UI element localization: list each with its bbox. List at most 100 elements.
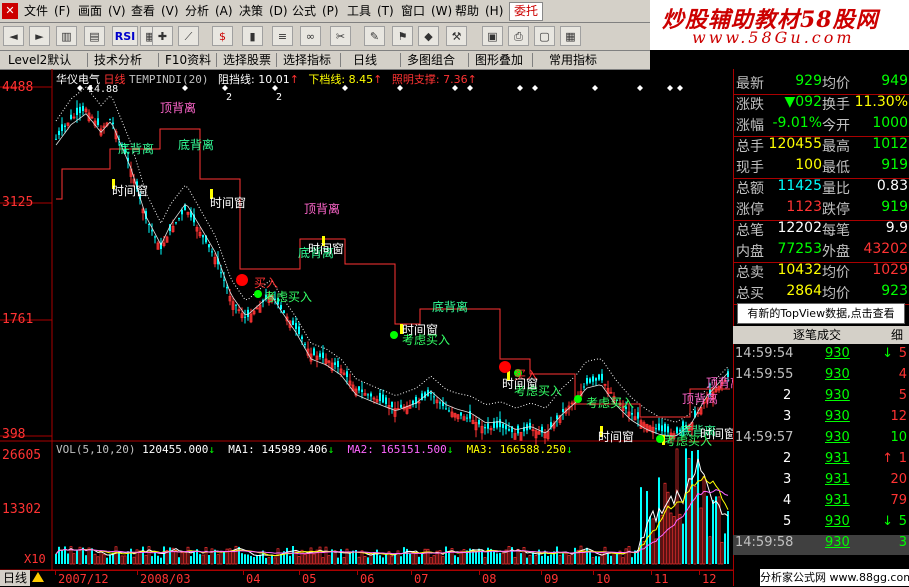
- candle-body: [226, 286, 228, 289]
- tab-multi-chart[interactable]: 多图组合: [403, 52, 459, 68]
- quote-row: 现手 100 最低 919: [734, 157, 909, 178]
- quote-value: 11.30%: [854, 94, 908, 110]
- pen-icon[interactable]: ✎: [364, 26, 385, 46]
- volume-bar: [114, 546, 118, 565]
- alert-icon[interactable]: ◆: [418, 26, 439, 46]
- date-tick-label: 12: [702, 572, 717, 586]
- volume-bar: [123, 555, 127, 565]
- forward-icon[interactable]: ►: [29, 26, 50, 46]
- quotes-icon[interactable]: ≡: [272, 26, 293, 46]
- menu-view-screen[interactable]: 画面: [78, 3, 102, 19]
- quote-row: 总手 120455 最高 1012: [734, 136, 909, 157]
- menu-view[interactable]: 查看: [131, 3, 155, 19]
- tab-separator: [276, 53, 277, 67]
- tick-header-detail[interactable]: 细: [891, 326, 903, 344]
- tab-f10[interactable]: F10资料: [161, 52, 215, 68]
- tools-icon[interactable]: ⚒: [446, 26, 467, 46]
- quote-value: 919: [881, 199, 908, 215]
- menu-formula[interactable]: 公式: [292, 3, 316, 19]
- tick-icon[interactable]: ▤: [84, 26, 105, 46]
- candle-body: [466, 417, 468, 419]
- volume-bar: [457, 557, 459, 564]
- volume-bar: [421, 552, 423, 564]
- dollar-icon[interactable]: $: [212, 26, 233, 46]
- signal-marker: [517, 85, 523, 91]
- volume-bar: [160, 557, 162, 564]
- volume-bar: [174, 549, 178, 565]
- volume-bar: [658, 477, 660, 564]
- bars-icon[interactable]: ▮: [242, 26, 263, 46]
- back-icon[interactable]: ◄: [3, 26, 24, 46]
- candle-body: [154, 236, 156, 238]
- tab-common-indicators[interactable]: 常用指标: [545, 52, 601, 68]
- candle-body: [295, 323, 297, 329]
- menu-analysis[interactable]: 分析: [185, 3, 209, 19]
- app-icon[interactable]: ✕: [2, 3, 18, 19]
- volume-bar: [58, 546, 60, 564]
- tick-time: 2: [783, 388, 792, 403]
- scissors-icon[interactable]: ✂: [330, 26, 351, 46]
- tab-overlay[interactable]: 图形叠加: [471, 52, 527, 68]
- menu-tools[interactable]: 工具: [347, 3, 371, 19]
- volume-bar: [441, 556, 445, 565]
- signal-count-mark: 2: [226, 92, 233, 103]
- tick-row: 14:59:55 930 4: [733, 367, 909, 387]
- volume-bar: [702, 476, 706, 565]
- candle-body: [460, 412, 462, 416]
- volume-bar: [567, 555, 571, 565]
- quote-value: 1000: [872, 115, 908, 131]
- kline-icon[interactable]: ▥: [56, 26, 77, 46]
- volume-bar: [379, 555, 381, 564]
- date-tick-mark: [479, 571, 480, 575]
- tab-daily[interactable]: 日线: [349, 52, 381, 68]
- flag-icon[interactable]: ⚑: [392, 26, 413, 46]
- tab-select-stock[interactable]: 选择股票: [219, 52, 275, 68]
- menu-view-accel: (V): [161, 4, 179, 18]
- menu-window[interactable]: 窗口: [401, 3, 425, 19]
- volume-bar: [448, 551, 450, 564]
- quote-row: 总卖 10432 均价 1029: [734, 262, 909, 283]
- tab-tech-analysis[interactable]: 技术分析: [90, 52, 146, 68]
- quote-value: 100: [795, 157, 822, 173]
- volume-bar: [532, 552, 534, 564]
- tick-time: 3: [783, 409, 792, 424]
- candle-body: [469, 410, 471, 419]
- tab-level2[interactable]: Level2默认: [4, 52, 75, 68]
- menu-decision[interactable]: 决策: [239, 3, 263, 19]
- menu-trade[interactable]: 委托: [509, 2, 544, 21]
- menu-file[interactable]: 文件: [24, 3, 48, 19]
- volume-bar: [219, 551, 223, 565]
- window-icon[interactable]: ▢: [534, 26, 555, 46]
- candle-body: [211, 251, 213, 253]
- volume-bar: [654, 538, 658, 565]
- volume-bar: [169, 547, 171, 564]
- tick-row: 4 931 79: [733, 493, 909, 513]
- menu-analysis-accel: (A): [215, 4, 233, 18]
- day-period-button[interactable]: 日线: [0, 570, 30, 586]
- kline-chart[interactable]: [0, 69, 733, 586]
- volume-bar: [564, 552, 568, 565]
- quote-value: 9.9: [885, 220, 908, 236]
- topview-notice[interactable]: 有新的TopView数据,点击查看: [737, 303, 905, 324]
- binoculars-icon[interactable]: ∞: [300, 26, 321, 46]
- quote-row: 涨停 1123 跌停 919: [734, 199, 909, 220]
- vol-ma3: MA3: 166588.250: [466, 443, 566, 456]
- tick-volume: 4: [898, 367, 907, 382]
- calc-icon[interactable]: ▦: [560, 26, 581, 46]
- ruler-icon[interactable]: ⟋: [178, 26, 199, 46]
- print-icon[interactable]: ⎙: [508, 26, 529, 46]
- cross-icon[interactable]: ✚: [152, 26, 173, 46]
- vol-label: VOL(5,10,20): [56, 443, 136, 456]
- rsi-icon[interactable]: RSI: [112, 26, 138, 46]
- tab-select-indicator[interactable]: 选择指标: [279, 52, 335, 68]
- signal-marker: [667, 85, 673, 91]
- tick-row: 14:59:54 930 ↓ 5: [733, 346, 909, 366]
- candle-body: [433, 396, 435, 398]
- volume-bar: [342, 557, 346, 565]
- stamp-icon[interactable]: ▣: [482, 26, 503, 46]
- volume-bar: [147, 546, 151, 565]
- date-tick-mark: [593, 571, 594, 575]
- scroll-up-arrow-icon[interactable]: [32, 572, 44, 582]
- menu-help[interactable]: 帮助: [455, 3, 479, 19]
- chart-annotation: 时间窗: [210, 196, 247, 210]
